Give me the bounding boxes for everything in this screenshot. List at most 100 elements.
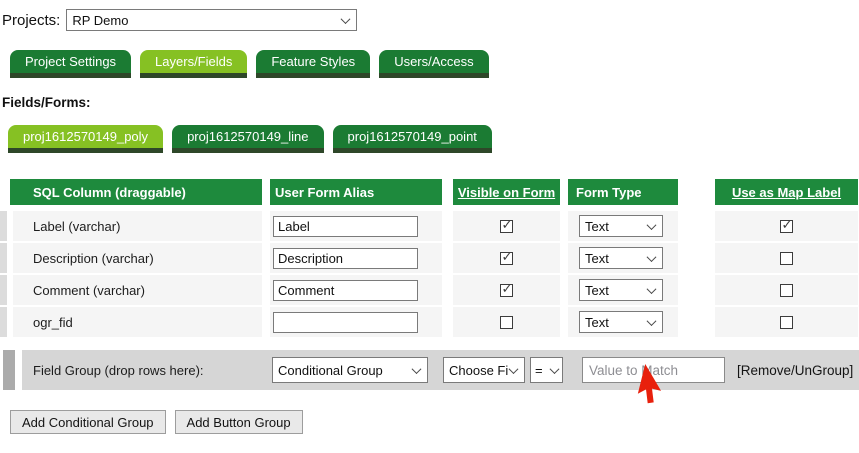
form-type-select[interactable]: Text <box>579 311 663 333</box>
form-type-value: Text <box>585 283 609 298</box>
visible-cell <box>453 211 560 241</box>
sql-column-cell[interactable]: Label (varchar) <box>13 211 262 241</box>
field-group-row: Field Group (drop rows here): Conditiona… <box>22 350 859 390</box>
tab-label: Users/Access <box>394 54 473 69</box>
alias-cell <box>270 275 442 305</box>
visible-cell <box>453 243 560 273</box>
visible-cell <box>453 307 560 337</box>
alias-cell <box>270 243 442 273</box>
alias-cell <box>270 307 442 337</box>
add-button-group-button[interactable]: Add Button Group <box>175 410 303 434</box>
alias-cell <box>270 211 442 241</box>
chevron-down-icon <box>647 316 657 326</box>
tab-label: Layers/Fields <box>155 54 232 69</box>
tab-feature-styles[interactable]: Feature Styles <box>256 50 370 78</box>
map-label-checkbox[interactable] <box>780 284 793 297</box>
form-type-select[interactable]: Text <box>579 247 663 269</box>
projects-select[interactable]: RP Demo <box>66 9 357 31</box>
fields-forms-heading: Fields/Forms: <box>2 95 91 110</box>
tab-layers-fields[interactable]: Layers/Fields <box>140 50 247 78</box>
drag-handle[interactable] <box>0 275 7 305</box>
chevron-down-icon <box>412 364 422 374</box>
map-label-cell <box>715 307 858 337</box>
field-group-label: Field Group (drop rows here): <box>33 350 204 390</box>
drag-handle[interactable] <box>0 211 7 241</box>
group-type-select[interactable]: Conditional Group <box>272 357 428 383</box>
table-row-description: Description (varchar) Text <box>13 243 858 273</box>
map-label-checkbox[interactable] <box>780 252 793 265</box>
form-type-select[interactable]: Text <box>579 279 663 301</box>
tab-layer-poly[interactable]: proj1612570149_poly <box>8 125 163 153</box>
operator-select[interactable]: = <box>530 357 563 383</box>
visible-checkbox[interactable] <box>500 220 513 233</box>
header-use-as-map-label: Use as Map Label <box>715 179 858 205</box>
tab-label: proj1612570149_poly <box>23 129 148 144</box>
chevron-down-icon <box>647 220 657 230</box>
header-form-type: Form Type <box>568 179 678 205</box>
chevron-down-icon <box>647 252 657 262</box>
visible-cell <box>453 275 560 305</box>
chevron-down-icon <box>509 364 519 374</box>
use-as-map-label-link[interactable]: Use as Map Label <box>732 185 841 200</box>
form-type-value: Text <box>585 251 609 266</box>
visible-checkbox[interactable] <box>500 316 513 329</box>
projects-row: Projects: RP Demo <box>2 9 357 31</box>
tab-label: Project Settings <box>25 54 116 69</box>
visible-checkbox[interactable] <box>500 284 513 297</box>
bottom-buttons: Add Conditional Group Add Button Group <box>10 410 303 434</box>
remove-ungroup-link[interactable]: [Remove/UnGroup] <box>737 350 853 390</box>
tab-users-access[interactable]: Users/Access <box>379 50 488 78</box>
map-label-checkbox[interactable] <box>780 316 793 329</box>
alias-input[interactable] <box>273 312 418 333</box>
add-conditional-group-button[interactable]: Add Conditional Group <box>10 410 166 434</box>
row-drag-handles <box>0 211 7 339</box>
alias-input[interactable] <box>273 280 418 301</box>
tab-layer-point[interactable]: proj1612570149_point <box>333 125 492 153</box>
visible-on-form-link[interactable]: Visible on Form <box>458 185 555 200</box>
form-type-value: Text <box>585 219 609 234</box>
tab-label: Feature Styles <box>271 54 355 69</box>
tab-label: proj1612570149_point <box>348 129 477 144</box>
chevron-down-icon <box>341 14 351 24</box>
header-user-form-alias: User Form Alias <box>270 179 442 205</box>
map-label-cell <box>715 275 858 305</box>
tab-label: proj1612570149_line <box>187 129 308 144</box>
map-label-checkbox[interactable] <box>780 220 793 233</box>
group-drag-handle[interactable] <box>3 350 15 390</box>
table-row-ogr-fid: ogr_fid Text <box>13 307 858 337</box>
table-row-label: Label (varchar) Text <box>13 211 858 241</box>
drag-handle[interactable] <box>0 307 7 337</box>
value-to-match-input[interactable] <box>582 357 725 383</box>
header-sql-column: SQL Column (draggable) <box>10 179 262 205</box>
main-tabs: Project Settings Layers/Fields Feature S… <box>10 50 489 78</box>
projects-select-value: RP Demo <box>72 13 128 28</box>
projects-label: Projects: <box>2 12 60 29</box>
chevron-down-icon <box>550 364 560 374</box>
group-type-value: Conditional Group <box>278 363 383 378</box>
header-visible-on-form: Visible on Form <box>453 179 560 205</box>
sql-column-cell[interactable]: Description (varchar) <box>13 243 262 273</box>
form-type-select[interactable]: Text <box>579 215 663 237</box>
sql-column-cell[interactable]: Comment (varchar) <box>13 275 262 305</box>
map-label-cell <box>715 211 858 241</box>
table-row-comment: Comment (varchar) Text <box>13 275 858 305</box>
fields-table-rows: Label (varchar) Text Description (varcha… <box>13 211 858 339</box>
layer-tabs: proj1612570149_poly proj1612570149_line … <box>8 125 492 153</box>
choose-field-value: Choose Fi <box>449 363 508 378</box>
sql-column-cell[interactable]: ogr_fid <box>13 307 262 337</box>
alias-input[interactable] <box>273 248 418 269</box>
chevron-down-icon <box>647 284 657 294</box>
tab-project-settings[interactable]: Project Settings <box>10 50 131 78</box>
alias-input[interactable] <box>273 216 418 237</box>
fields-forms-page: Projects: RP Demo Project Settings Layer… <box>0 0 859 453</box>
choose-field-select[interactable]: Choose Fi <box>443 357 525 383</box>
fields-table-header: SQL Column (draggable) User Form Alias V… <box>10 179 858 205</box>
visible-checkbox[interactable] <box>500 252 513 265</box>
form-type-value: Text <box>585 315 609 330</box>
operator-value: = <box>535 363 543 378</box>
form-type-cell: Text <box>568 211 678 241</box>
tab-layer-line[interactable]: proj1612570149_line <box>172 125 323 153</box>
map-label-cell <box>715 243 858 273</box>
drag-handle[interactable] <box>0 243 7 273</box>
form-type-cell: Text <box>568 275 678 305</box>
